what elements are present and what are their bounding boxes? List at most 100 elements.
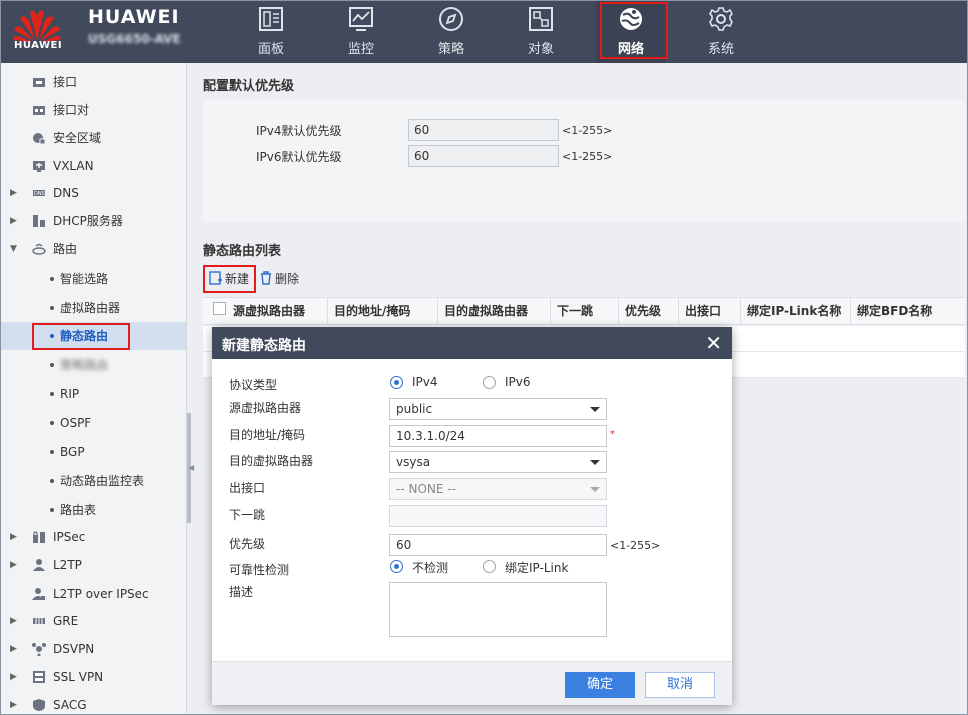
nav-label: 面板 bbox=[257, 42, 284, 57]
priority-label: 优先级 bbox=[229, 537, 266, 551]
dsvpn-icon bbox=[32, 643, 46, 656]
expand-arrow-icon[interactable]: ▶ bbox=[10, 691, 17, 715]
gre-icon bbox=[33, 618, 45, 624]
dest-address-input[interactable]: 10.3.1.0/24 bbox=[389, 425, 607, 447]
device-model: USG6650-AVE bbox=[88, 32, 181, 46]
dialog-header: 新建静态路由 ✕ bbox=[212, 327, 732, 359]
column-header[interactable]: 源虚拟路由器 bbox=[227, 298, 305, 324]
bind-iplink-radio[interactable] bbox=[483, 560, 496, 573]
static-route-list-title: 静态路由列表 bbox=[203, 244, 282, 259]
sidebar-item-interface[interactable]: 接口 bbox=[0, 68, 186, 96]
sidebar-item-dhcp[interactable]: ▶ DHCP服务器 bbox=[0, 207, 186, 235]
ipv6-radio-label[interactable]: IPv6 bbox=[505, 375, 531, 389]
sidebar-item-label: 安全区域 bbox=[53, 131, 102, 145]
sidebar-item-routing[interactable]: ▼ 路由 bbox=[0, 235, 186, 263]
expand-arrow-icon[interactable]: ▶ bbox=[10, 607, 17, 635]
sidebar-item-route-table[interactable]: 路由表 bbox=[0, 496, 186, 524]
sidebar-item-label: L2TP over IPSec bbox=[53, 587, 149, 601]
sidebar-item-security-zone[interactable]: 安全区域 bbox=[0, 124, 186, 152]
description-label: 描述 bbox=[229, 585, 254, 599]
sidebar-item-dns[interactable]: ▶ DNS DNS bbox=[0, 179, 186, 207]
sidebar-item-label: 虚拟路由器 bbox=[60, 301, 121, 315]
sidebar-item-l2tp[interactable]: ▶ L2TP bbox=[0, 551, 186, 579]
no-detect-radio[interactable] bbox=[390, 560, 403, 573]
sidebar-item-label: DSVPN bbox=[53, 642, 95, 656]
sidebar-item-rip[interactable]: RIP bbox=[0, 380, 186, 408]
column-header[interactable]: 目的虚拟路由器 bbox=[437, 298, 528, 324]
nav-label: 系统 bbox=[707, 42, 734, 57]
expand-arrow-icon[interactable]: ▶ bbox=[10, 551, 17, 579]
sidebar-item-label: 接口对 bbox=[53, 103, 90, 117]
expand-arrow-icon[interactable]: ▶ bbox=[10, 207, 17, 235]
chevron-down-icon bbox=[590, 460, 600, 465]
vxlan-icon bbox=[33, 161, 45, 172]
priority-hint: <1-255> bbox=[610, 539, 661, 552]
sidebar-item-label: 动态路由监控表 bbox=[60, 474, 145, 488]
sidebar-item-interface-pair[interactable]: 接口对 bbox=[0, 96, 186, 124]
cancel-button[interactable]: 取消 bbox=[645, 672, 715, 698]
sidebar-item-l2tp-over-ipsec[interactable]: L2TP over IPSec bbox=[0, 580, 186, 608]
svg-text:DNS: DNS bbox=[34, 191, 45, 197]
bullet-icon bbox=[50, 450, 54, 454]
sidebar-item-dynamic-route-monitor[interactable]: 动态路由监控表 bbox=[0, 467, 186, 495]
nav-monitor[interactable]: 监控 bbox=[326, 0, 396, 63]
sidebar-item-label: SACG bbox=[53, 698, 87, 712]
nav-dashboard[interactable]: 面板 bbox=[236, 0, 306, 63]
sidebar-item-sacg[interactable]: ▶ SACG bbox=[0, 691, 186, 715]
sidebar-item-ospf[interactable]: OSPF bbox=[0, 409, 186, 437]
confirm-button[interactable]: 确定 bbox=[565, 672, 635, 698]
expand-arrow-icon[interactable]: ▶ bbox=[10, 523, 17, 551]
new-static-route-dialog: 新建静态路由 ✕ 协议类型 IPv4 IPv6 源虚拟路由器 public 目的… bbox=[212, 327, 732, 705]
collapse-sidebar-icon[interactable]: ◀ bbox=[188, 463, 194, 472]
description-textarea[interactable] bbox=[389, 582, 607, 637]
expand-arrow-icon[interactable]: ▶ bbox=[10, 179, 17, 207]
route-table-header: 源虚拟路由器 目的地址/掩码 目的虚拟路由器 下一跳 优先级 出接口 绑定IP-… bbox=[203, 297, 965, 325]
sidebar-item-dsvpn[interactable]: ▶ DSVPN bbox=[0, 635, 186, 663]
column-header[interactable]: 目的地址/掩码 bbox=[327, 298, 410, 324]
bind-iplink-radio-label[interactable]: 绑定IP-Link bbox=[505, 559, 568, 576]
sidebar-item-gre[interactable]: ▶ GRE bbox=[0, 607, 186, 635]
delete-route-label: 删除 bbox=[275, 272, 300, 286]
ipv4-radio-label[interactable]: IPv4 bbox=[412, 375, 438, 389]
ipv6-range-hint: <1-255> bbox=[562, 150, 613, 163]
sidebar-item-smart-routing[interactable]: 智能选路 bbox=[0, 265, 186, 293]
sidebar-item-label: BGP bbox=[60, 445, 85, 459]
ipv6-radio[interactable] bbox=[483, 376, 496, 389]
no-detect-radio-label[interactable]: 不检测 bbox=[412, 559, 448, 576]
next-hop-label: 下一跳 bbox=[229, 508, 266, 522]
dest-vr-select[interactable]: vsysa bbox=[389, 451, 607, 473]
ipv4-radio[interactable] bbox=[390, 376, 403, 389]
nav-object[interactable]: 对象 bbox=[506, 0, 576, 63]
priority-input[interactable]: 60 bbox=[389, 534, 607, 556]
l2tp-ipsec-icon bbox=[32, 588, 45, 600]
src-vr-select[interactable]: public bbox=[389, 398, 607, 420]
sidebar-item-ipsec[interactable]: ▶ IPSec bbox=[0, 523, 186, 551]
nav-policy[interactable]: 策略 bbox=[416, 0, 486, 63]
sidebar-item-bgp[interactable]: BGP bbox=[0, 438, 186, 466]
security-zone-icon bbox=[33, 133, 46, 145]
column-header[interactable]: 下一跳 bbox=[550, 298, 593, 324]
column-header[interactable]: 出接口 bbox=[678, 298, 721, 324]
ipv4-priority-input[interactable]: 60 bbox=[408, 119, 559, 141]
column-header[interactable]: 优先级 bbox=[618, 298, 661, 324]
sidebar-splitter[interactable]: ◀ bbox=[187, 63, 201, 715]
ipsec-icon bbox=[33, 531, 45, 543]
collapse-arrow-icon[interactable]: ▼ bbox=[10, 235, 17, 263]
expand-arrow-icon[interactable]: ▶ bbox=[10, 663, 17, 691]
select-all-checkbox[interactable] bbox=[213, 302, 226, 315]
close-icon[interactable]: ✕ bbox=[705, 331, 722, 355]
sacg-icon bbox=[33, 699, 45, 711]
sidebar-item-ssl-vpn[interactable]: ▶ SSL VPN bbox=[0, 663, 186, 691]
ipv6-priority-input[interactable]: 60 bbox=[408, 145, 559, 167]
ipv4-range-hint: <1-255> bbox=[562, 124, 613, 137]
column-header[interactable]: 绑定BFD名称 bbox=[850, 298, 932, 324]
sidebar-item-policy-route[interactable]: 策略路由 bbox=[0, 351, 186, 379]
column-header[interactable]: 绑定IP-Link名称 bbox=[740, 298, 841, 324]
nav-system[interactable]: 系统 bbox=[686, 0, 756, 63]
sidebar-item-vxlan[interactable]: VXLAN bbox=[0, 152, 186, 180]
expand-arrow-icon[interactable]: ▶ bbox=[10, 635, 17, 663]
sidebar-item-virtual-router[interactable]: 虚拟路由器 bbox=[0, 294, 186, 322]
next-hop-input[interactable] bbox=[389, 505, 607, 527]
reliability-label: 可靠性检测 bbox=[229, 563, 290, 577]
out-interface-select[interactable]: -- NONE -- bbox=[389, 478, 607, 500]
